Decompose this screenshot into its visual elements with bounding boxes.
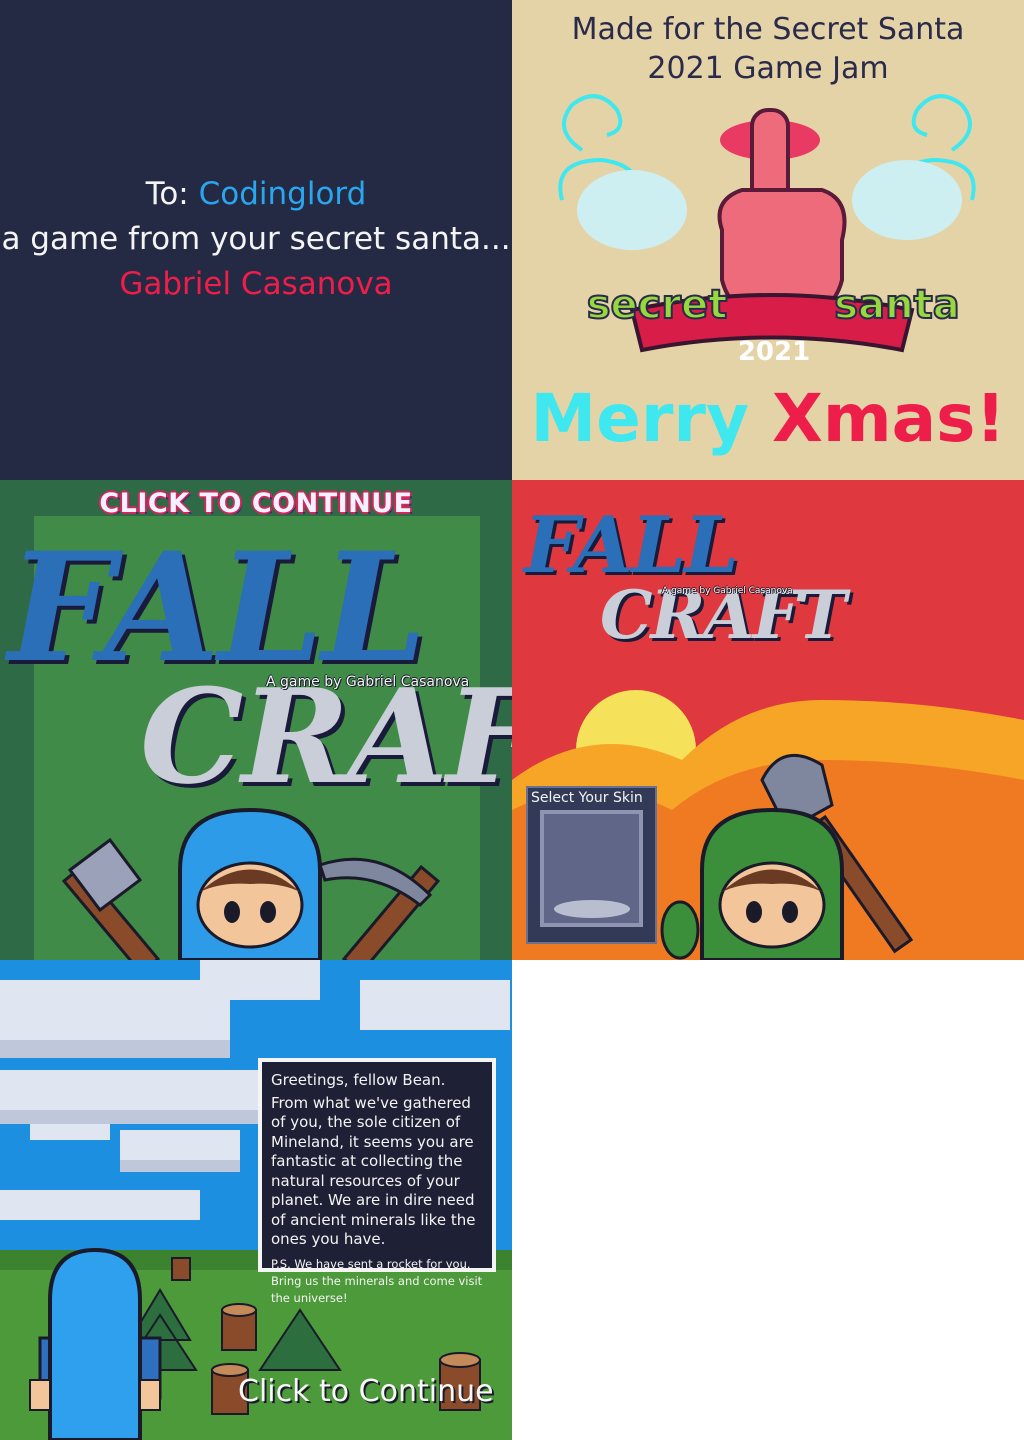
greeting-word-xmas: Xmas! xyxy=(771,380,1006,457)
select-skin-label: Select Your Skin xyxy=(531,790,643,806)
skin-selector[interactable]: Select Your Skin xyxy=(526,786,657,944)
story-panel[interactable]: Greetings, fellow Bean. From what we've … xyxy=(0,960,512,1440)
skin-select-panel: FALL CRAFT A game by Gabriel Casanova Se… xyxy=(512,480,1024,960)
click-to-continue-prompt[interactable]: CLICK TO CONTINUE xyxy=(0,488,512,519)
logo-year: 2021 xyxy=(738,337,810,367)
merry-xmas-greeting: Merry Xmas! xyxy=(512,380,1024,457)
small-title-byline: A game by Gabriel Casanova xyxy=(662,586,793,596)
recipient-name: Codinglord xyxy=(198,176,367,212)
logo-word-santa: santa xyxy=(834,282,959,328)
swirl-right xyxy=(911,94,972,152)
title-screen-panel[interactable]: FALL CRAFT A game by Gabriel Casanova CL… xyxy=(0,480,512,960)
empty-panel xyxy=(512,960,1024,1440)
story-postscript: P.S. We have sent a rocket for you. Brin… xyxy=(271,1256,483,1305)
logo-word-secret: secret xyxy=(587,282,728,328)
dedication-panel: To: Codinglord a game from your secret s… xyxy=(0,0,512,480)
dedication-message: a game from your secret santa... xyxy=(1,221,511,257)
to-label: To: xyxy=(145,176,189,212)
story-greeting: Greetings, fellow Bean. xyxy=(271,1071,446,1089)
story-body: From what we've gathered of you, the sol… xyxy=(271,1093,476,1249)
recipient-line: To: Codinglord xyxy=(0,172,512,217)
skin-preview-slot[interactable] xyxy=(540,810,643,927)
author-name: Gabriel Casanova xyxy=(119,266,393,302)
skin-pedestal xyxy=(554,900,630,918)
greeting-word-merry: Merry xyxy=(530,380,749,457)
swirl-left xyxy=(562,94,623,152)
click-to-continue-button[interactable]: Click to Continue xyxy=(238,1374,494,1409)
game-jam-panel: Made for the Secret Santa 2021 Game Jam … xyxy=(512,0,1024,480)
bean-character-icon xyxy=(178,807,322,960)
title-byline: A game by Gabriel Casanova xyxy=(266,674,470,690)
story-dialog: Greetings, fellow Bean. From what we've … xyxy=(258,1058,496,1305)
